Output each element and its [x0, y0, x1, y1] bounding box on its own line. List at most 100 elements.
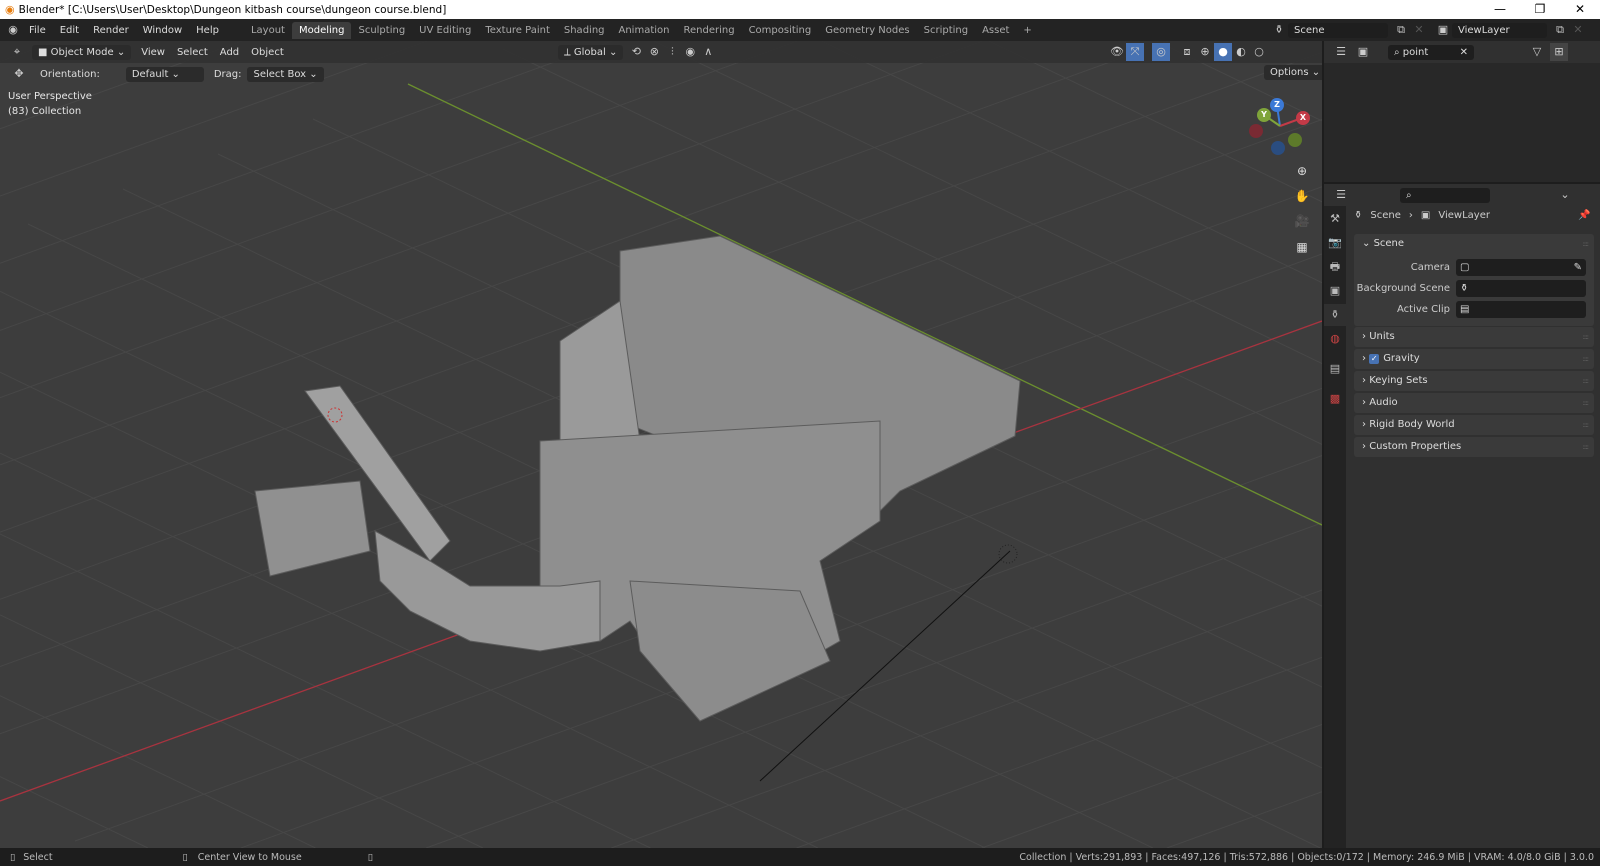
visibility-icon[interactable]: 👁	[1108, 43, 1126, 61]
menu-add[interactable]: Add	[214, 45, 245, 60]
scene-panel-header[interactable]: ⌄ Scene	[1354, 234, 1594, 254]
keying-sets-panel[interactable]: › Keying Sets::::	[1354, 371, 1594, 391]
gizmo-z-axis[interactable]: Z	[1270, 98, 1284, 112]
options-dropdown[interactable]: Options ⌄	[1264, 65, 1322, 80]
drag-grip-icon[interactable]: ::::	[1583, 443, 1590, 451]
blender-menu-icon[interactable]: ◉	[4, 21, 22, 39]
drag-grip-icon[interactable]: ::::	[1583, 240, 1590, 248]
tool-tab-icon[interactable]: ⚒	[1324, 208, 1346, 230]
mode-selector[interactable]: ■ Object Mode ⌄	[32, 44, 132, 60]
drag-grip-icon[interactable]: ::::	[1583, 377, 1590, 385]
snap-toggle-icon[interactable]: ⊗	[645, 43, 663, 61]
tab-sculpting[interactable]: Sculpting	[351, 22, 412, 39]
tab-modeling[interactable]: Modeling	[291, 21, 352, 39]
menu-render[interactable]: Render	[86, 25, 136, 36]
tab-texture-paint[interactable]: Texture Paint	[478, 22, 557, 39]
xray-toggle-icon[interactable]: ⧈	[1178, 43, 1196, 61]
outliner-search[interactable]: ⌕ point ✕	[1388, 44, 1474, 60]
overlay-toggle-icon[interactable]: ◎	[1152, 43, 1170, 61]
properties-editor-type-icon[interactable]: ☰	[1332, 186, 1350, 204]
gizmo-toggle-icon[interactable]: ⤧	[1126, 43, 1144, 61]
menu-window[interactable]: Window	[136, 25, 189, 36]
view-layer-tab-icon[interactable]: ▣	[1324, 280, 1346, 302]
new-scene-icon[interactable]: ⧉	[1392, 21, 1410, 39]
tab-shading[interactable]: Shading	[557, 22, 612, 39]
minimize-button[interactable]: —	[1480, 0, 1520, 19]
gizmo-x-axis[interactable]: X	[1296, 111, 1310, 125]
render-tab-icon[interactable]: 📷	[1324, 232, 1346, 254]
proportional-edit-icon[interactable]: ◉	[681, 43, 699, 61]
filter-icon[interactable]: ▽	[1528, 43, 1546, 61]
menu-object[interactable]: Object	[245, 45, 290, 60]
tab-compositing[interactable]: Compositing	[742, 22, 819, 39]
tab-scripting[interactable]: Scripting	[917, 22, 975, 39]
audio-panel[interactable]: › Audio::::	[1354, 393, 1594, 413]
clear-search-icon[interactable]: ✕	[1460, 47, 1468, 58]
close-button[interactable]: ✕	[1560, 0, 1600, 19]
tab-uv-editing[interactable]: UV Editing	[412, 22, 478, 39]
drag-grip-icon[interactable]: ::::	[1583, 333, 1590, 341]
tab-geometry-nodes[interactable]: Geometry Nodes	[818, 22, 916, 39]
menu-file[interactable]: File	[22, 25, 53, 36]
view-layer-selector[interactable]: ViewLayer	[1452, 22, 1547, 38]
gizmo-y-axis[interactable]: Y	[1257, 108, 1271, 122]
falloff-icon[interactable]: ∧	[699, 43, 717, 61]
scene-icon[interactable]: ⚱	[1270, 21, 1288, 39]
tab-asset[interactable]: Asset	[975, 22, 1016, 39]
rigid-body-world-panel[interactable]: › Rigid Body World::::	[1354, 415, 1594, 435]
delete-scene-icon[interactable]: ✕	[1410, 21, 1428, 39]
units-panel[interactable]: › Units::::	[1354, 327, 1594, 347]
world-tab-icon[interactable]: ◍	[1324, 328, 1346, 350]
gravity-checkbox[interactable]: ✓	[1369, 354, 1380, 364]
menu-help[interactable]: Help	[189, 25, 226, 36]
material-shading-icon[interactable]: ◐	[1232, 43, 1250, 61]
3d-viewport[interactable]: ⌖ ■ Object Mode ⌄ View Select Add Object…	[0, 41, 1322, 848]
scene-selector[interactable]: Scene	[1288, 22, 1388, 38]
transform-orientation-selector[interactable]: ⟂ Global ⌄	[558, 44, 624, 60]
outliner-editor-type-icon[interactable]: ☰	[1332, 43, 1350, 61]
rendered-shading-icon[interactable]: ○	[1250, 43, 1268, 61]
wireframe-shading-icon[interactable]: ⊕	[1196, 43, 1214, 61]
collection-tab-icon[interactable]: ▤	[1324, 358, 1346, 380]
drag-dropdown[interactable]: Select Box ⌄	[247, 66, 324, 82]
drag-grip-icon[interactable]: ::::	[1583, 399, 1590, 407]
camera-field[interactable]: ▢ ✎	[1456, 258, 1586, 276]
menu-edit[interactable]: Edit	[53, 25, 86, 36]
snap-target-icon[interactable]: ⫶	[663, 43, 681, 61]
gizmo-neg-x[interactable]	[1249, 124, 1263, 138]
texture-tab-icon[interactable]: ▩	[1324, 388, 1346, 410]
drag-grip-icon[interactable]: ::::	[1583, 421, 1590, 429]
options-chevron-icon[interactable]: ⌄	[1556, 186, 1574, 204]
maximize-button[interactable]: ❐	[1520, 0, 1560, 19]
navigation-gizmo[interactable]: Z X Y	[1245, 96, 1315, 166]
light-object-icon[interactable]	[998, 544, 1018, 564]
tab-animation[interactable]: Animation	[612, 22, 677, 39]
gizmo-neg-z[interactable]	[1271, 141, 1285, 155]
drag-grip-icon[interactable]: ::::	[1583, 355, 1590, 363]
custom-properties-panel[interactable]: › Custom Properties::::	[1354, 437, 1594, 457]
active-clip-field[interactable]: ▤	[1456, 300, 1586, 318]
new-collection-icon[interactable]: ⊞	[1550, 43, 1568, 61]
output-tab-icon[interactable]: 🖶	[1324, 256, 1346, 278]
pan-hand-icon[interactable]: ✋	[1292, 186, 1312, 206]
menu-view[interactable]: View	[135, 45, 171, 60]
zoom-icon[interactable]: ⊕	[1292, 161, 1312, 181]
gizmo-neg-y[interactable]	[1288, 133, 1302, 147]
orientation-dropdown[interactable]: Default ⌄	[125, 66, 204, 82]
new-view-layer-icon[interactable]: ⧉	[1551, 21, 1569, 39]
menu-select[interactable]: Select	[171, 45, 214, 60]
pin-icon[interactable]: 📌	[1578, 210, 1590, 221]
view-layer-icon[interactable]: ▣	[1434, 21, 1452, 39]
solid-shading-icon[interactable]: ●	[1214, 43, 1232, 61]
delete-view-layer-icon[interactable]: ✕	[1569, 21, 1587, 39]
editor-type-icon[interactable]: ⌖	[8, 43, 26, 61]
pivot-point-icon[interactable]: ⟲	[627, 43, 645, 61]
gravity-panel[interactable]: › ✓ Gravity::::	[1354, 349, 1594, 369]
scene-tab-icon[interactable]: ⚱	[1324, 304, 1346, 326]
display-mode-icon[interactable]: ▣	[1354, 43, 1372, 61]
background-scene-field[interactable]: ⚱	[1456, 279, 1586, 297]
eyedropper-icon[interactable]: ✎	[1574, 259, 1586, 276]
tab-rendering[interactable]: Rendering	[676, 22, 741, 39]
tab-layout[interactable]: Layout	[244, 22, 292, 39]
outliner[interactable]: ☰ ▣ ⌕ point ✕ ▽ ⊞	[1324, 41, 1600, 182]
